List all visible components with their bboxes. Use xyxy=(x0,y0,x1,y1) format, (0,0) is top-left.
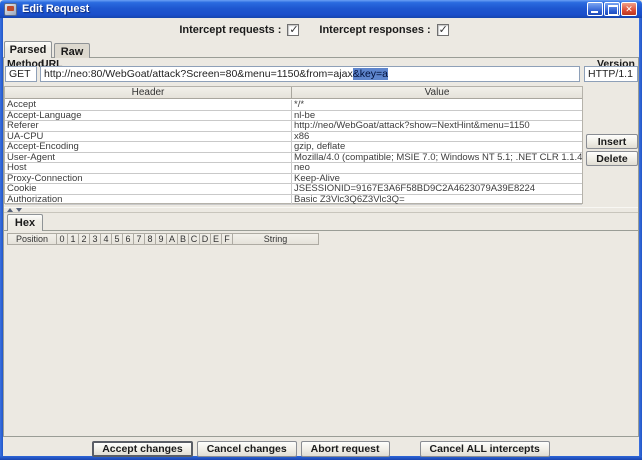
value-cell[interactable]: x86 xyxy=(292,132,582,143)
hex-col[interactable]: D xyxy=(200,233,211,245)
table-row[interactable]: Referer http://neo/WebGoat/attack?show=N… xyxy=(5,121,582,132)
hex-col[interactable]: A xyxy=(167,233,178,245)
delete-button[interactable]: Delete xyxy=(586,151,638,166)
value-cell[interactable]: Basic Z3Vlc3Q6Z3Vlc3Q= xyxy=(292,195,582,206)
headers-table-header: Header Value xyxy=(5,87,582,99)
intercept-responses-checkbox[interactable] xyxy=(437,24,449,36)
header-cell[interactable]: UA-CPU xyxy=(5,132,292,143)
method-field[interactable]: GET xyxy=(5,66,37,82)
intercept-requests-checkbox[interactable] xyxy=(287,24,299,36)
app-icon xyxy=(4,3,17,16)
header-cell[interactable]: Proxy-Connection xyxy=(5,174,292,185)
headers-table: Header Value Accept */* Accept-Language … xyxy=(4,86,583,204)
hex-col[interactable]: 1 xyxy=(68,233,79,245)
table-row[interactable]: UA-CPU x86 xyxy=(5,132,582,143)
header-cell[interactable]: User-Agent xyxy=(5,153,292,164)
cancel-changes-button[interactable]: Cancel changes xyxy=(197,441,297,457)
header-cell[interactable]: Accept-Language xyxy=(5,111,292,122)
hex-col[interactable]: 2 xyxy=(79,233,90,245)
value-cell[interactable]: nl-be xyxy=(292,111,582,122)
table-row[interactable]: Authorization Basic Z3Vlc3Q6Z3Vlc3Q= xyxy=(5,195,582,206)
value-cell[interactable]: Mozilla/4.0 (compatible; MSIE 7.0; Windo… xyxy=(292,153,582,164)
hex-col[interactable]: 3 xyxy=(90,233,101,245)
hex-col[interactable]: 7 xyxy=(134,233,145,245)
hex-col[interactable]: 0 xyxy=(57,233,68,245)
header-cell[interactable]: Accept-Encoding xyxy=(5,142,292,153)
table-row[interactable]: Proxy-Connection Keep-Alive xyxy=(5,174,582,185)
hex-col[interactable]: C xyxy=(189,233,200,245)
hex-col-position[interactable]: Position xyxy=(7,233,57,245)
value-cell[interactable]: JSESSIONID=9167E3A6F58BD9C2A4623079A39E8… xyxy=(292,184,582,195)
hex-col[interactable]: 5 xyxy=(112,233,123,245)
bottom-button-bar: Accept changes Cancel changes Abort requ… xyxy=(0,441,642,457)
value-cell[interactable]: */* xyxy=(292,100,582,111)
edit-request-window: Edit Request Intercept requests : Interc… xyxy=(0,0,642,460)
hex-col[interactable]: 8 xyxy=(145,233,156,245)
intercept-responses-label: Intercept responses : xyxy=(319,24,430,36)
hex-col[interactable]: E xyxy=(211,233,222,245)
insert-button[interactable]: Insert xyxy=(586,134,638,149)
hex-col[interactable]: 4 xyxy=(101,233,112,245)
intercept-bar: Intercept requests : Intercept responses… xyxy=(3,22,639,38)
hex-col[interactable]: 6 xyxy=(123,233,134,245)
value-cell[interactable]: gzip, deflate xyxy=(292,142,582,153)
hex-panel-divider-line xyxy=(4,230,638,231)
header-cell[interactable]: Accept xyxy=(5,100,292,111)
maximize-button[interactable] xyxy=(604,2,620,16)
close-button[interactable] xyxy=(621,2,637,16)
value-column-title[interactable]: Value xyxy=(292,87,582,99)
tab-parsed[interactable]: Parsed xyxy=(4,41,52,58)
table-row[interactable]: Accept-Language nl-be xyxy=(5,111,582,122)
tab-hex[interactable]: Hex xyxy=(7,214,43,231)
minimize-button[interactable] xyxy=(587,2,603,16)
window-title: Edit Request xyxy=(22,3,89,15)
tab-raw[interactable]: Raw xyxy=(54,43,90,58)
hex-table-header: Position 0 1 2 3 4 5 6 7 8 9 A B C D E F… xyxy=(7,233,319,245)
value-cell[interactable]: neo xyxy=(292,163,582,174)
collapse-up-icon[interactable] xyxy=(7,208,13,212)
header-cell[interactable]: Cookie xyxy=(5,184,292,195)
cancel-all-intercepts-button[interactable]: Cancel ALL intercepts xyxy=(420,441,550,457)
table-row[interactable]: Host neo xyxy=(5,163,582,174)
header-cell[interactable]: Referer xyxy=(5,121,292,132)
table-row[interactable]: Accept */* xyxy=(5,100,582,111)
title-bar[interactable]: Edit Request xyxy=(0,0,642,18)
value-cell[interactable]: http://neo/WebGoat/attack?show=NextHint&… xyxy=(292,121,582,132)
hex-col[interactable]: 9 xyxy=(156,233,167,245)
url-selected-text: &key=a xyxy=(353,68,388,80)
accept-changes-button[interactable]: Accept changes xyxy=(92,441,193,457)
table-row[interactable]: User-Agent Mozilla/4.0 (compatible; MSIE… xyxy=(5,153,582,164)
collapse-down-icon[interactable] xyxy=(16,208,22,212)
hex-col[interactable]: B xyxy=(178,233,189,245)
header-column-title[interactable]: Header xyxy=(5,87,292,99)
hex-col-string[interactable]: String xyxy=(233,233,319,245)
header-cell[interactable]: Authorization xyxy=(5,195,292,206)
split-divider[interactable] xyxy=(4,207,638,213)
intercept-requests-label: Intercept requests : xyxy=(179,24,281,36)
table-row[interactable]: Accept-Encoding gzip, deflate xyxy=(5,142,582,153)
table-row[interactable]: Cookie JSESSIONID=9167E3A6F58BD9C2A46230… xyxy=(5,184,582,195)
url-field[interactable]: http://neo:80/WebGoat/attack?Screen=80&m… xyxy=(40,66,580,82)
header-cell[interactable]: Host xyxy=(5,163,292,174)
abort-request-button[interactable]: Abort request xyxy=(301,441,390,457)
value-cell[interactable]: Keep-Alive xyxy=(292,174,582,185)
hex-col[interactable]: F xyxy=(222,233,233,245)
url-text: http://neo:80/WebGoat/attack?Screen=80&m… xyxy=(44,68,353,80)
version-field[interactable]: HTTP/1.1 xyxy=(584,66,638,82)
